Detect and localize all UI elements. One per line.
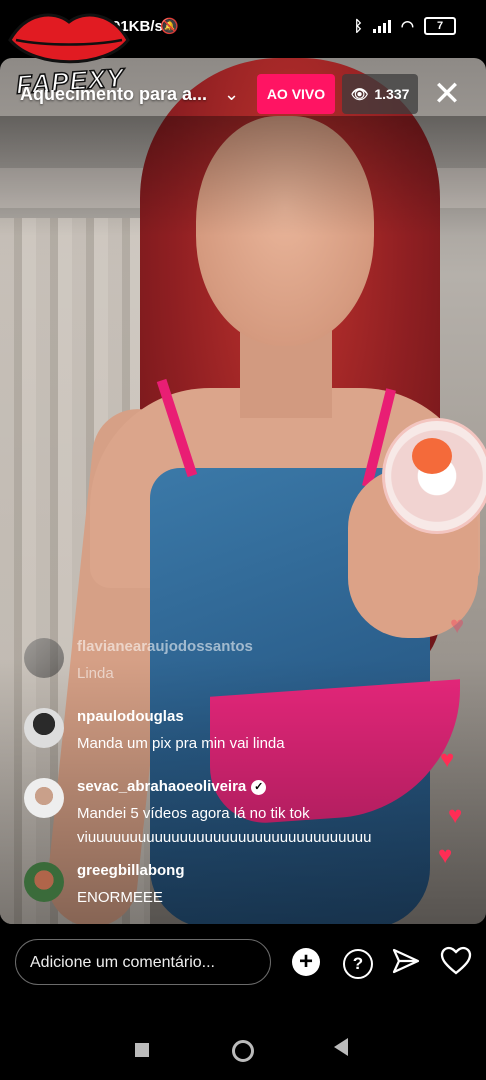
battery-icon: 7: [424, 17, 456, 35]
avatar[interactable]: [24, 708, 64, 748]
system-nav-bar: [0, 1020, 486, 1080]
live-title[interactable]: Aquecimento para a...: [20, 84, 207, 105]
comment-username-text: sevac_abrahaoeoliveira: [77, 778, 247, 795]
comment-text: ENORMEEE: [77, 889, 163, 906]
handheld-fan-center: [412, 438, 452, 474]
heart-icon: ♥: [448, 802, 463, 829]
verified-icon: ✓: [251, 779, 267, 795]
like-icon[interactable]: [440, 946, 472, 978]
comment-item: npaulodouglas Manda um pix pra min vai l…: [24, 704, 444, 766]
avatar[interactable]: [24, 862, 64, 902]
comment-username[interactable]: greegbillabong: [77, 862, 185, 879]
comment-list: flavianearaujodossantos Linda npaulodoug…: [24, 634, 444, 928]
heart-icon: ♥: [440, 746, 455, 773]
comment-text: Mandei 5 vídeos agora lá no tik tok viuu…: [77, 805, 372, 846]
status-icons: ᛒ ◠ 7: [354, 17, 456, 35]
add-icon[interactable]: +: [292, 948, 320, 976]
avatar[interactable]: [24, 638, 64, 678]
comment-input[interactable]: Adicione um comentário...: [15, 939, 271, 985]
back-button[interactable]: [334, 1038, 348, 1056]
live-header: Aquecimento para a... ⌄ AO VIVO 👁 1.337 …: [0, 74, 486, 118]
heart-icon: ♥: [450, 612, 465, 639]
top-gradient: [0, 116, 486, 236]
comment-item: greegbillabong ENORMEEE: [24, 858, 444, 920]
mute-icon: 🔕: [160, 18, 179, 35]
avatar[interactable]: [24, 778, 64, 818]
comment-text: Linda: [77, 665, 114, 682]
wifi-icon: ◠: [400, 18, 414, 35]
eye-icon: 👁: [350, 85, 369, 102]
comment-item: sevac_abrahaoeoliveira ✓ Mandei 5 vídeos …: [24, 774, 444, 850]
handheld-fan: [382, 418, 486, 534]
comment-username[interactable]: flavianearaujodossantos: [77, 638, 253, 655]
comment-text: Manda um pix pra min vai linda: [77, 735, 285, 752]
viewer-count-value: 1.337: [374, 86, 410, 102]
chevron-down-icon[interactable]: ⌄: [224, 84, 239, 105]
bottom-action-bar: Adicione um comentário... + ?: [0, 924, 486, 1004]
close-button[interactable]: ✕: [430, 76, 464, 112]
comment-username[interactable]: sevac_abrahaoeoliveira ✓: [77, 778, 267, 795]
home-button[interactable]: [232, 1040, 254, 1062]
viewer-count[interactable]: 👁 1.337: [342, 74, 418, 114]
question-icon[interactable]: ?: [343, 949, 373, 979]
recents-button[interactable]: [135, 1043, 149, 1057]
live-badge: AO VIVO: [257, 74, 335, 114]
heart-icon: ♥: [438, 842, 453, 869]
comment-item: flavianearaujodossantos Linda: [24, 634, 444, 696]
bluetooth-icon: ᛒ: [353, 17, 363, 35]
comment-username[interactable]: npaulodouglas: [77, 708, 184, 725]
signal-icon: [372, 19, 391, 33]
share-icon[interactable]: [390, 946, 422, 978]
